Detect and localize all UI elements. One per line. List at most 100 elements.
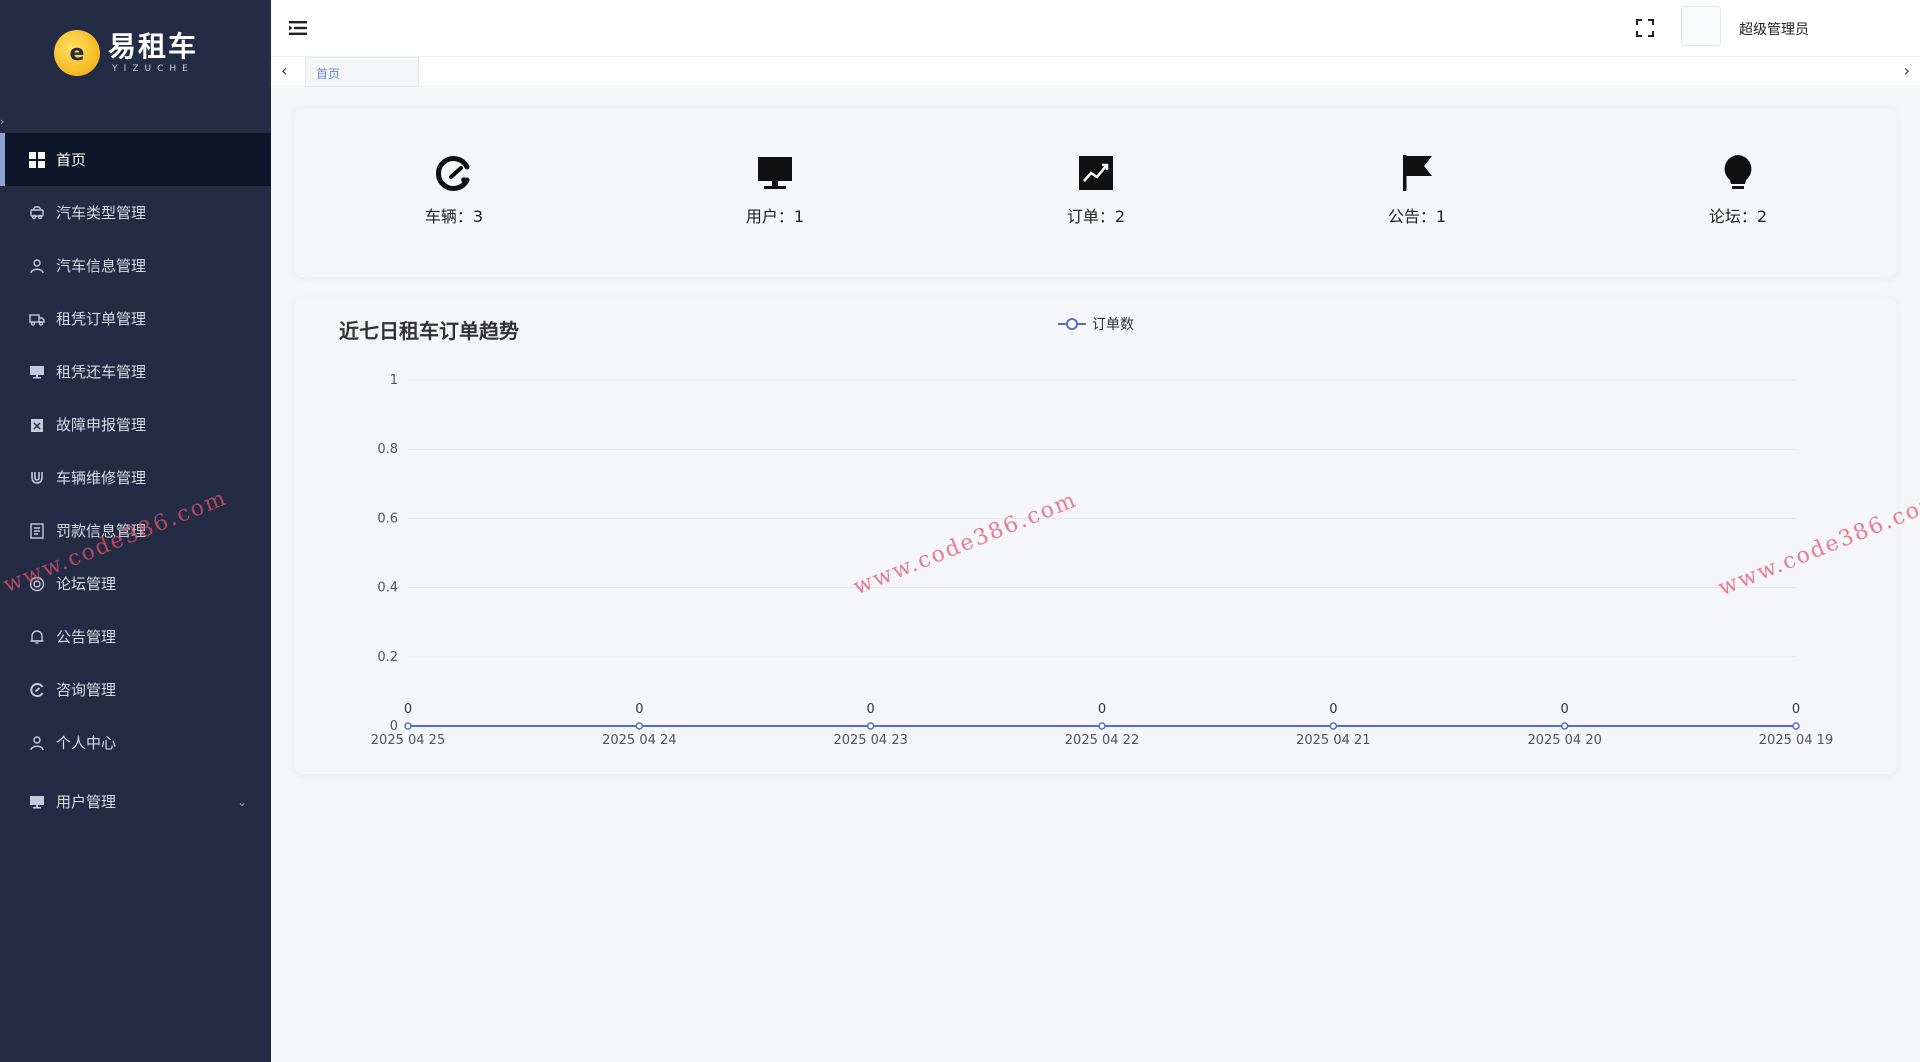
sidebar-item-10[interactable]: 咨询管理 [0, 663, 271, 716]
sidebar-menu: 首页汽车类型管理汽车信息管理租凭订单管理 租凭还车管理 故障申报管理 车辆维修管理 罚款… [0, 133, 271, 828]
y-tick-label: 0.2 [377, 650, 398, 665]
data-label: 0 [635, 702, 643, 717]
user-pin-icon [28, 257, 46, 275]
truck-icon [28, 310, 46, 328]
stat-users: 用户：1 [705, 153, 845, 227]
sidebar-item-0[interactable]: 首页 [0, 133, 271, 186]
y-tick-label: 0.6 [377, 511, 398, 526]
sidebar-item-label: 租凭订单管理 [56, 310, 147, 328]
data-point [1329, 722, 1338, 730]
sidebar-item-6[interactable]: 车辆维修管理 [0, 451, 271, 504]
stat-orders: 订单：2 [1026, 153, 1166, 227]
order-trend-chart-card: 近七日租车订单趋势 订单数 0 0.2 0.4 0.6 0.8 1 2025 04 25 20… [294, 298, 1897, 774]
menu-toggle-icon[interactable] [289, 20, 307, 36]
sidebar-item-label: 个人中心 [56, 734, 117, 752]
sidebar-item-label: 汽车类型管理 [56, 204, 147, 222]
sidebar-item-label: 论坛管理 [56, 575, 117, 593]
sidebar-collapse-icon[interactable]: › [0, 115, 4, 128]
data-point [866, 722, 875, 730]
monitor-icon [758, 157, 792, 189]
dial-icon [28, 681, 46, 699]
user-name[interactable]: 超级管理员 [1739, 19, 1809, 39]
x-tick-label: 2025 04 24 [602, 733, 676, 748]
stat-users-label: 用户：1 [745, 207, 805, 226]
y-tick-label: 1 [390, 373, 398, 388]
sidebar-item-label: 车辆维修管理 [56, 469, 147, 487]
fullscreen-icon[interactable] [1635, 18, 1655, 38]
stat-notices: 公告：1 [1347, 153, 1487, 227]
stat-forum: 论坛：2 [1668, 153, 1808, 227]
logo-subtitle: YIZUCHE [112, 64, 194, 74]
data-label: 0 [1561, 702, 1569, 717]
sidebar-item-label: 咨询管理 [56, 681, 117, 699]
sidebar-item-12[interactable]: 用户管理 ⌄ [0, 775, 271, 828]
person-icon [28, 734, 46, 752]
data-point [404, 722, 412, 730]
chevron-down-icon: ⌄ [236, 794, 247, 809]
y-tick-label: 0.8 [377, 442, 398, 457]
sidebar-item-label: 租凭还车管理 [56, 363, 147, 381]
data-point [1560, 722, 1569, 730]
flag-icon [1403, 155, 1432, 191]
trend-chart-icon [1079, 156, 1113, 190]
data-label: 0 [1792, 702, 1800, 717]
avatar[interactable] [1681, 6, 1721, 46]
x-tick-label: 2025 04 25 [371, 733, 445, 748]
sidebar-item-label: 首页 [56, 151, 87, 169]
top-header: 超级管理员 [271, 0, 1920, 57]
tab-scroll-left-icon[interactable]: ‹ [281, 61, 287, 80]
sidebar-item-8[interactable]: 论坛管理 [0, 557, 271, 610]
stat-orders-label: 订单：2 [1066, 207, 1126, 226]
data-point [1792, 722, 1800, 730]
stat-notices-label: 公告：1 [1387, 207, 1447, 226]
sidebar-item-label: 故障申报管理 [56, 416, 147, 434]
bulb-icon [1724, 155, 1752, 189]
data-label: 0 [867, 702, 875, 717]
sidebar-item-4[interactable]: 租凭还车管理 [0, 345, 271, 398]
grid-icon [28, 151, 46, 169]
sidebar-item-3[interactable]: 租凭订单管理 [0, 292, 271, 345]
tab-home[interactable]: 首页 [305, 57, 419, 87]
logo-mark-icon: e [54, 30, 100, 76]
sidebar-item-1[interactable]: 汽车类型管理 [0, 186, 271, 239]
sidebar-item-label: 用户管理 [56, 793, 117, 811]
x-tick-label: 2025 04 23 [833, 733, 907, 748]
app-logo[interactable]: e 易租车 YIZUCHE [54, 30, 198, 76]
stat-vehicles: 车辆：3 [384, 153, 524, 227]
x-tick-label: 2025 04 22 [1065, 733, 1139, 748]
magnet-icon [28, 469, 46, 487]
monitor-icon [28, 363, 46, 381]
sidebar-item-5[interactable]: 故障申报管理 [0, 398, 271, 451]
document-icon [28, 522, 46, 540]
data-point [635, 722, 644, 730]
y-tick-label: 0 [390, 719, 398, 734]
x-tick-label: 2025 04 20 [1527, 733, 1601, 748]
sidebar-item-label: 罚款信息管理 [56, 522, 147, 540]
stats-card: 车辆：3 用户：1 订单：2 公告：1 论坛：2 [294, 108, 1897, 277]
data-label: 0 [1098, 702, 1106, 717]
dial-icon [435, 156, 470, 191]
logo-title: 易租车 [108, 30, 199, 63]
sidebar-item-label: 公告管理 [56, 628, 117, 646]
sidebar-item-2[interactable]: 汽车信息管理 [0, 239, 271, 292]
data-point [1098, 722, 1106, 730]
y-tick-label: 0.4 [377, 581, 398, 596]
stat-forum-label: 论坛：2 [1708, 207, 1768, 226]
sidebar-item-11[interactable]: 个人中心 [0, 716, 271, 769]
tab-scroll-right-icon[interactable]: › [1904, 61, 1910, 80]
stat-vehicles-label: 车辆：3 [424, 207, 484, 226]
sidebar-item-7[interactable]: 罚款信息管理 [0, 504, 271, 557]
tabs-bar: ‹ 首页 › [271, 57, 1920, 87]
x-tick-label: 2025 04 21 [1296, 733, 1370, 748]
x-tick-label: 2025 04 19 [1759, 733, 1833, 748]
line-chart: 0 0.2 0.4 0.6 0.8 1 2025 04 25 2025 04 24 2025 0… [371, 373, 1833, 748]
monitor-icon [28, 793, 46, 811]
data-label: 0 [404, 702, 412, 717]
lifebuoy-icon [28, 575, 46, 593]
sidebar: e 易租车 YIZUCHE › 首页汽车类型管理汽车信息管理租凭订单管理 租凭还车… [0, 0, 271, 1062]
car-type-icon [28, 204, 46, 222]
bell-icon [28, 628, 46, 646]
sidebar-item-9[interactable]: 公告管理 [0, 610, 271, 663]
data-label: 0 [1329, 702, 1337, 717]
clipboard-x-icon [28, 416, 46, 434]
